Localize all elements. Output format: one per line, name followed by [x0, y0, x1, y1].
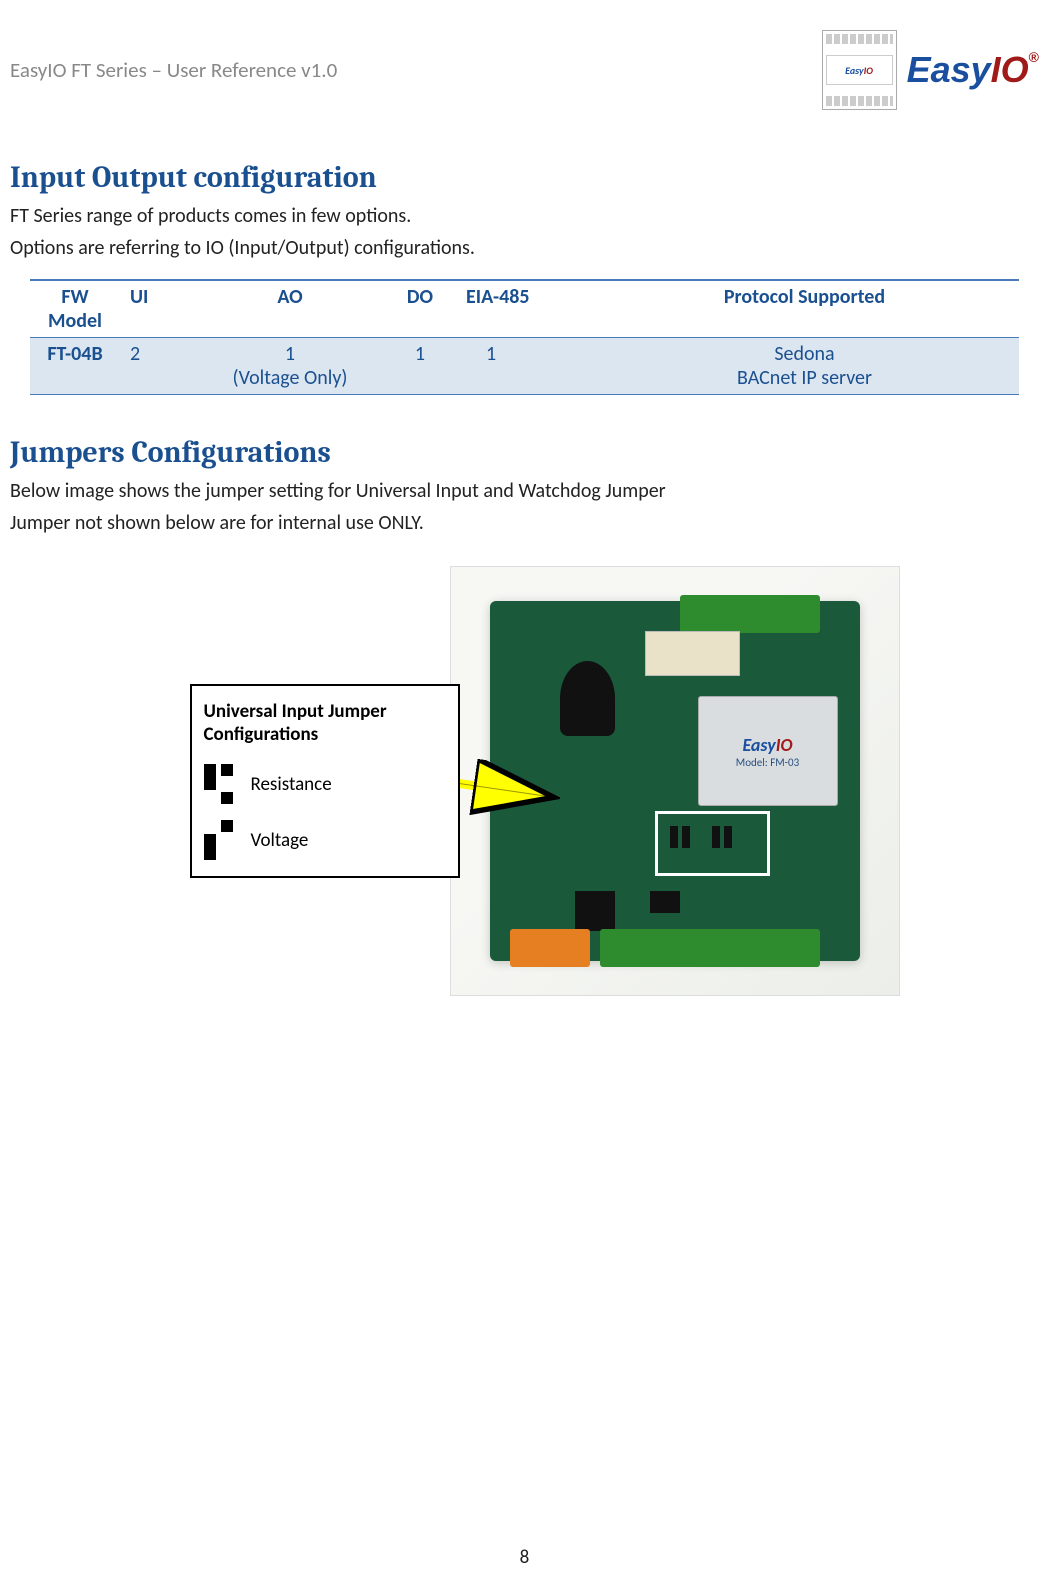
td-model: FT-04B	[30, 338, 120, 395]
jumper-row-voltage: Voltage	[204, 820, 446, 860]
th-eia485: EIA-485	[460, 280, 590, 338]
label-voltage: Voltage	[251, 829, 309, 852]
th-do: DO	[380, 280, 460, 338]
td-ao: 1 (Voltage Only)	[200, 338, 380, 395]
table-row: FT-04B 2 1 (Voltage Only) 1 1 Sedona BAC…	[30, 338, 1019, 395]
td-do: 1	[380, 338, 460, 395]
label-resistance: Resistance	[251, 773, 332, 796]
doc-title: EasyIO FT Series – User Reference v1.0	[10, 57, 337, 83]
td-ui: 2	[120, 338, 200, 395]
th-ui: UI	[120, 280, 200, 338]
jumper-figure: Universal Input Jumper Configurations Re…	[10, 566, 1039, 996]
jumper-legend-box: Universal Input Jumper Configurations Re…	[190, 684, 460, 878]
paragraph: Options are referring to IO (Input/Outpu…	[10, 235, 1039, 261]
paragraph: Below image shows the jumper setting for…	[10, 478, 1039, 504]
resistance-pins-icon	[204, 764, 233, 804]
th-ao: AO	[200, 280, 380, 338]
page-number: 8	[520, 1546, 530, 1569]
table-header-row: FW Model UI AO DO EIA-485 Protocol Suppo…	[30, 280, 1019, 338]
jumper-row-resistance: Resistance	[204, 764, 446, 804]
heading-jumpers: Jumpers Configurations	[10, 435, 1039, 470]
th-fw-model: FW Model	[30, 280, 120, 338]
page-header: EasyIO FT Series – User Reference v1.0 E…	[10, 30, 1039, 110]
td-eia: 1	[460, 338, 590, 395]
td-protocol: Sedona BACnet IP server	[590, 338, 1019, 395]
heading-io-config: Input Output configuration	[10, 160, 1039, 195]
voltage-pins-icon	[204, 820, 233, 860]
paragraph: FT Series range of products comes in few…	[10, 203, 1039, 229]
paragraph: Jumper not shown below are for internal …	[10, 510, 1039, 536]
brand-logo: EasyIO®	[907, 49, 1039, 91]
wifi-module: EasyIO Model: FM-03	[698, 696, 838, 806]
th-protocol: Protocol Supported	[590, 280, 1019, 338]
logo-group: EasyIO EasyIO®	[822, 30, 1039, 110]
io-config-table: FW Model UI AO DO EIA-485 Protocol Suppo…	[30, 279, 1019, 395]
device-icon: EasyIO	[822, 30, 897, 110]
jumper-legend-title: Universal Input Jumper Configurations	[204, 700, 446, 746]
